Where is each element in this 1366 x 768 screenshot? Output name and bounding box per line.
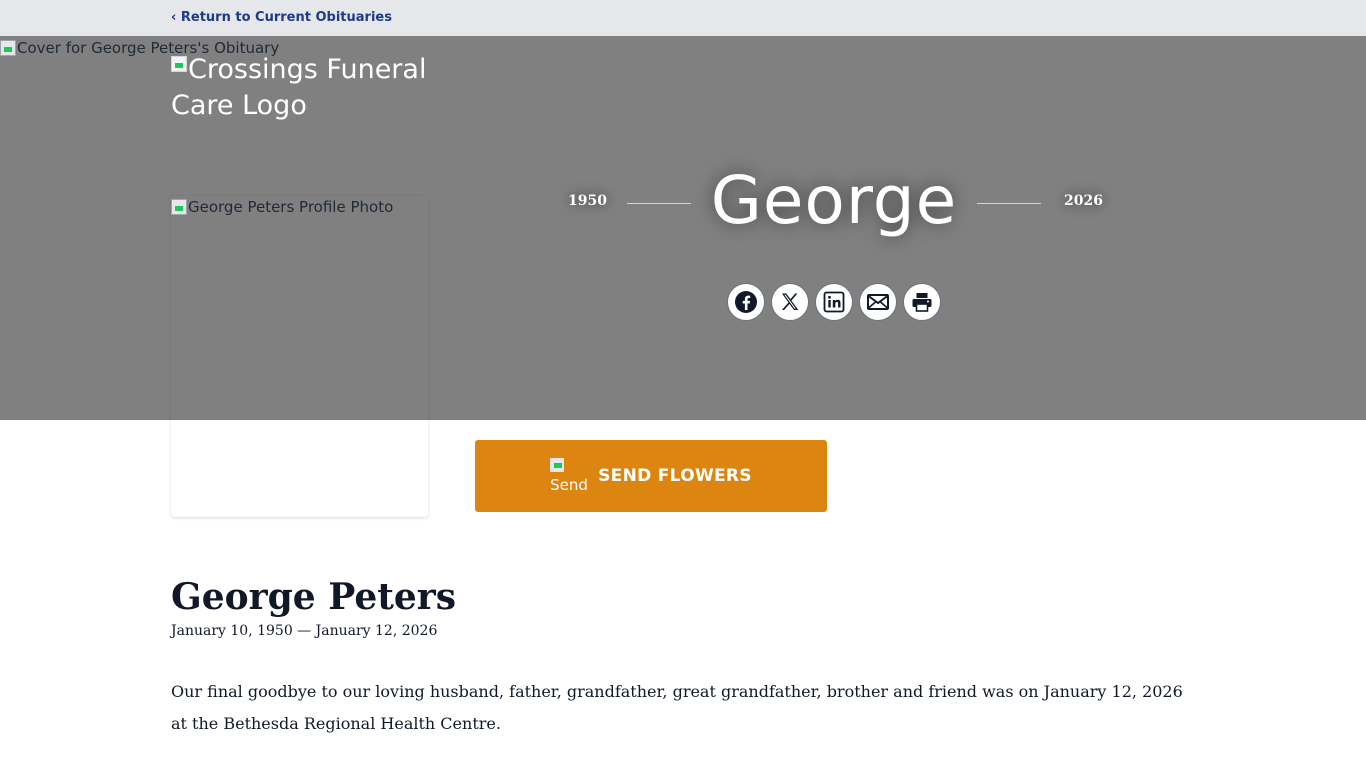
profile-alt-text: George Peters Profile Photo <box>188 198 394 216</box>
first-name-heading: George <box>710 162 958 239</box>
profile-photo-card: George Peters Profile Photo <box>171 196 428 517</box>
broken-image-icon <box>171 199 187 215</box>
funeral-home-logo[interactable]: Crossings Funeral Care Logo <box>171 52 461 124</box>
birth-year: 1950 <box>568 193 607 209</box>
broken-image-icon <box>550 458 565 472</box>
return-to-obituaries-link[interactable]: ‹ Return to Current Obituaries <box>171 10 392 25</box>
print-button[interactable] <box>903 283 941 321</box>
share-email-button[interactable] <box>859 283 897 321</box>
obituary-text: Our final goodbye to our loving husband,… <box>171 682 1183 733</box>
send-flowers-label: SEND FLOWERS <box>598 466 752 486</box>
broken-image-icon <box>0 40 16 56</box>
top-bar: ‹ Return to Current Obituaries <box>0 0 1366 36</box>
share-linkedin-button[interactable] <box>815 283 853 321</box>
linkedin-icon <box>823 291 845 313</box>
profile-photo: George Peters Profile Photo <box>171 198 393 216</box>
share-facebook-button[interactable] <box>727 283 765 321</box>
death-year: 2026 <box>1064 193 1103 209</box>
deceased-full-name: George Peters <box>171 576 457 618</box>
x-icon <box>781 293 799 310</box>
email-icon <box>867 294 889 310</box>
facebook-icon <box>735 291 757 313</box>
flowers-alt-text: Send <box>550 476 588 494</box>
life-dates: January 10, 1950 — January 12, 2026 <box>171 623 438 639</box>
logo-alt-text: Crossings Funeral Care Logo <box>171 54 427 121</box>
divider-line <box>627 203 691 204</box>
share-x-button[interactable] <box>771 283 809 321</box>
print-icon <box>912 293 932 312</box>
divider-line <box>977 203 1041 204</box>
flowers-image: Send <box>550 458 588 494</box>
broken-image-icon <box>171 56 187 72</box>
send-flowers-button[interactable]: Send SEND FLOWERS <box>475 440 827 512</box>
share-buttons <box>727 283 941 321</box>
